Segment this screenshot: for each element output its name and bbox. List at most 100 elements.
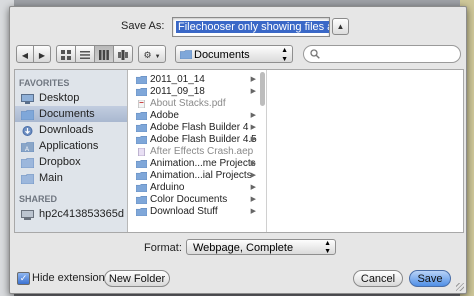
file-list-item[interactable]: Arduino ▶	[128, 182, 266, 194]
icon-view-icon	[61, 50, 71, 60]
folder-icon	[135, 160, 148, 169]
bottom-bar: ✓ Hide extension New Folder Cancel Save	[10, 269, 466, 289]
sidebar-item-label: Dropbox	[39, 156, 81, 168]
popup-arrows-icon: ▲ ▼	[324, 240, 331, 255]
disclosure-arrow-icon: ▶	[250, 208, 256, 215]
column-view-button[interactable]	[94, 45, 114, 63]
file-list-item[interactable]: Adobe Flash Builder 4.5 ▶	[128, 134, 266, 146]
chevron-down-icon: ▼	[154, 54, 161, 60]
sidebar-item-hp2c413853365d[interactable]: hp2c413853365d	[15, 206, 127, 222]
pdf-file-icon	[136, 99, 147, 109]
folder-icon	[135, 172, 148, 181]
disclosure-arrow-icon: ▶	[250, 88, 256, 95]
save-as-label: Save As:	[121, 20, 165, 32]
sidebar-item-main[interactable]: Main	[15, 170, 127, 186]
format-row: Format: Webpage, Complete ▲ ▼	[10, 239, 466, 257]
sidebar: FAVORITES Desktop Documents Downloads A Appl…	[15, 70, 128, 232]
popup-arrows-icon: ▲ ▼	[281, 47, 288, 63]
folder-icon	[135, 76, 148, 85]
filename-input[interactable]: Filechooser only showing files and nos	[172, 17, 330, 37]
desktop-icon	[21, 93, 34, 104]
folder-icon	[20, 157, 35, 169]
file-name: Download Stuff	[150, 206, 218, 217]
file-list-item[interactable]: About Stacks.pdf	[128, 98, 266, 110]
toolbar: ◀ ▶ ⚙ ▼ Documents ▲ ▼	[10, 45, 466, 67]
filename-selected-text: Filechooser only showing files and nos	[176, 21, 329, 33]
file-name: About Stacks.pdf	[150, 98, 226, 109]
icon-view-button[interactable]	[56, 45, 76, 63]
forward-button[interactable]: ▶	[33, 45, 51, 63]
resize-handle[interactable]	[456, 283, 464, 291]
save-button[interactable]: Save	[409, 270, 451, 287]
file-name: Adobe	[150, 110, 179, 121]
cancel-button[interactable]: Cancel	[353, 270, 403, 287]
file-list-item[interactable]: Adobe Flash Builder 4 ▶	[128, 122, 266, 134]
hide-extension-label: Hide extension	[32, 272, 105, 284]
file-name: Color Documents	[150, 194, 228, 205]
file-list-item[interactable]: After Effects Crash.aep	[128, 146, 266, 158]
favorites-heading: FAVORITES	[19, 78, 70, 88]
svg-text:A: A	[25, 147, 29, 152]
folder-icon	[135, 208, 148, 217]
sidebar-item-documents[interactable]: Documents	[15, 106, 127, 122]
folder-icon	[135, 184, 148, 193]
expand-dialog-button[interactable]: ▲	[332, 18, 349, 35]
new-folder-button[interactable]: New Folder	[104, 270, 170, 287]
sidebar-item-label: Applications	[39, 140, 99, 152]
search-icon	[310, 49, 320, 59]
column-view-icon	[99, 50, 109, 60]
downloads-icon	[21, 125, 34, 136]
file-name: Arduino	[150, 182, 185, 193]
search-field[interactable]	[303, 45, 461, 63]
format-popup[interactable]: Webpage, Complete ▲ ▼	[186, 239, 336, 255]
arrange-menu-button[interactable]: ⚙ ▼	[138, 45, 166, 63]
sidebar-item-applications[interactable]: A Applications	[15, 138, 127, 154]
folder-icon	[20, 173, 35, 185]
back-arrow-icon: ◀	[21, 51, 29, 60]
documents-icon	[20, 109, 35, 121]
disclosure-arrow-icon: ▶	[250, 112, 256, 119]
file-name: Animation...me Projects	[150, 158, 256, 169]
folder-location-popup[interactable]: Documents ▲ ▼	[175, 45, 293, 63]
sidebar-item-label: Documents	[39, 108, 95, 120]
save-dialog: Save As: Filechooser only showing files …	[9, 6, 467, 294]
disclosure-arrow-icon: ▶	[250, 196, 256, 203]
file-list-item[interactable]: Animation...me Projects ▶	[128, 158, 266, 170]
file-list-item[interactable]: Color Documents ▶	[128, 194, 266, 206]
checkmark-icon: ✓	[19, 273, 28, 283]
disclosure-arrow-icon: ▶	[250, 160, 256, 167]
file-column: 2011_01_14 ▶ 2011_09_18 ▶ About Stacks.pdf Ad…	[128, 70, 267, 232]
file-name: 2011_01_14	[150, 74, 205, 85]
back-button[interactable]: ◀	[16, 45, 34, 63]
folder-icon	[180, 50, 192, 59]
file-list-item[interactable]: Download Stuff ▶	[128, 206, 266, 218]
sidebar-item-downloads[interactable]: Downloads	[15, 122, 127, 138]
sidebar-item-dropbox[interactable]: Dropbox	[15, 154, 127, 170]
file-browser: FAVORITES Desktop Documents Downloads A Appl…	[14, 69, 464, 233]
list-view-icon	[80, 51, 90, 59]
disclosure-arrow-icon: ▶	[250, 76, 256, 83]
file-list-item[interactable]: Adobe ▶	[128, 110, 266, 122]
file-name: After Effects Crash.aep	[150, 146, 254, 157]
folder-icon	[135, 124, 148, 133]
cover-flow-button[interactable]	[113, 45, 133, 63]
file-list-item[interactable]: 2011_09_18 ▶	[128, 86, 266, 98]
favorites-list: Desktop Documents Downloads A Applications Dr…	[15, 90, 127, 186]
format-selected-value: Webpage, Complete	[193, 242, 294, 254]
folder-icon	[135, 196, 148, 205]
file-list-item[interactable]: Animation...ial Projects ▶	[128, 170, 266, 182]
list-view-button[interactable]	[75, 45, 95, 63]
file-name: Animation...ial Projects	[150, 170, 252, 181]
arrange-grid-icon: ⚙	[143, 50, 152, 60]
file-list-item[interactable]: 2011_01_14 ▶	[128, 74, 266, 86]
cover-flow-icon	[118, 50, 128, 60]
disclosure-arrow-icon: ▶	[250, 124, 256, 131]
hide-extension-checkbox[interactable]: ✓	[17, 272, 30, 285]
shared-heading: SHARED	[19, 194, 58, 204]
disclosure-arrow-icon: ▶	[250, 136, 256, 143]
sidebar-item-desktop[interactable]: Desktop	[15, 90, 127, 106]
column-scrollbar[interactable]	[260, 72, 265, 106]
folder-icon	[135, 136, 148, 145]
save-as-row: Save As: Filechooser only showing files …	[10, 17, 466, 37]
format-label: Format:	[144, 242, 182, 254]
